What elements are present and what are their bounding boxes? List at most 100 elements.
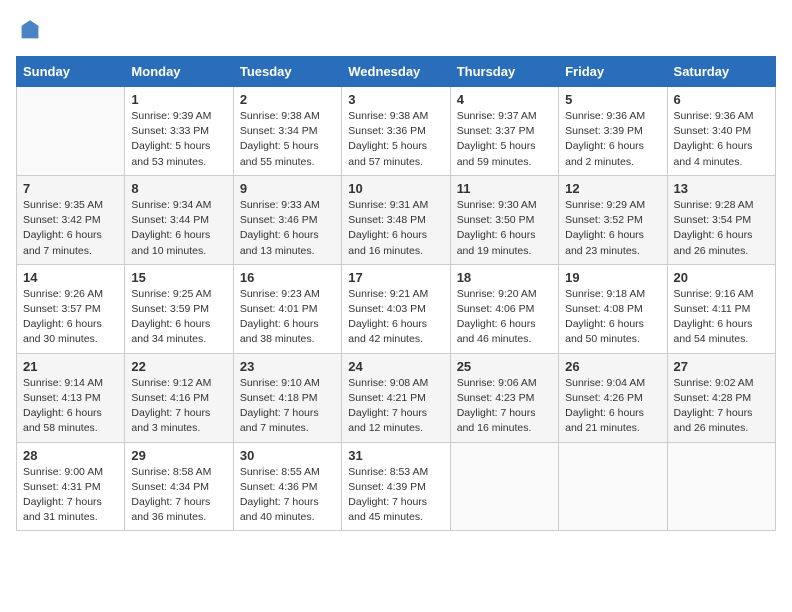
day-number: 23 bbox=[240, 359, 335, 374]
day-number: 17 bbox=[348, 270, 443, 285]
calendar-cell: 31 Sunrise: 8:53 AM Sunset: 4:39 PM Dayli… bbox=[342, 442, 450, 531]
calendar-cell bbox=[17, 87, 125, 176]
day-info: Sunrise: 9:39 AM Sunset: 3:33 PM Dayligh… bbox=[131, 109, 226, 170]
day-info: Sunrise: 9:29 AM Sunset: 3:52 PM Dayligh… bbox=[565, 198, 660, 259]
day-info: Sunrise: 9:34 AM Sunset: 3:44 PM Dayligh… bbox=[131, 198, 226, 259]
col-header-tuesday: Tuesday bbox=[233, 57, 341, 87]
day-number: 22 bbox=[131, 359, 226, 374]
day-info: Sunrise: 9:02 AM Sunset: 4:28 PM Dayligh… bbox=[674, 376, 769, 437]
calendar-cell: 6Sunrise: 9:36 AM Sunset: 3:40 PM Daylig… bbox=[667, 87, 775, 176]
calendar-cell: 27 Sunrise: 9:02 AM Sunset: 4:28 PM Dayli… bbox=[667, 353, 775, 442]
day-number: 6 bbox=[674, 92, 769, 107]
calendar-cell: 2 Sunrise: 9:38 AM Sunset: 3:34 PM Daylig… bbox=[233, 87, 341, 176]
day-info: Sunrise: 9:06 AM Sunset: 4:23 PM Dayligh… bbox=[457, 376, 552, 437]
calendar-cell: 22 Sunrise: 9:12 AM Sunset: 4:16 PM Dayli… bbox=[125, 353, 233, 442]
calendar-cell: 23 Sunrise: 9:10 AM Sunset: 4:18 PM Dayli… bbox=[233, 353, 341, 442]
calendar-cell: 28 Sunrise: 9:00 AM Sunset: 4:31 PM Dayli… bbox=[17, 442, 125, 531]
calendar-cell: 7 Sunrise: 9:35 AM Sunset: 3:42 PM Daylig… bbox=[17, 175, 125, 264]
col-header-sunday: Sunday bbox=[17, 57, 125, 87]
page-header bbox=[16, 16, 776, 44]
day-number: 1 bbox=[131, 92, 226, 107]
calendar-cell: 13Sunrise: 9:28 AM Sunset: 3:54 PM Dayli… bbox=[667, 175, 775, 264]
day-number: 30 bbox=[240, 448, 335, 463]
day-number: 11 bbox=[457, 181, 552, 196]
calendar-cell: 19 Sunrise: 9:18 AM Sunset: 4:08 PM Dayli… bbox=[559, 264, 667, 353]
day-info: Sunrise: 9:25 AM Sunset: 3:59 PM Dayligh… bbox=[131, 287, 226, 348]
calendar-week-row: 28 Sunrise: 9:00 AM Sunset: 4:31 PM Dayli… bbox=[17, 442, 776, 531]
day-info: Sunrise: 9:21 AM Sunset: 4:03 PM Dayligh… bbox=[348, 287, 443, 348]
day-number: 15 bbox=[131, 270, 226, 285]
day-info: Sunrise: 9:00 AM Sunset: 4:31 PM Dayligh… bbox=[23, 465, 118, 526]
day-number: 20 bbox=[674, 270, 769, 285]
day-number: 25 bbox=[457, 359, 552, 374]
day-info: Sunrise: 8:55 AM Sunset: 4:36 PM Dayligh… bbox=[240, 465, 335, 526]
day-info: Sunrise: 9:12 AM Sunset: 4:16 PM Dayligh… bbox=[131, 376, 226, 437]
day-info: Sunrise: 9:08 AM Sunset: 4:21 PM Dayligh… bbox=[348, 376, 443, 437]
calendar-cell bbox=[450, 442, 558, 531]
day-number: 28 bbox=[23, 448, 118, 463]
day-info: Sunrise: 9:20 AM Sunset: 4:06 PM Dayligh… bbox=[457, 287, 552, 348]
day-info: Sunrise: 8:58 AM Sunset: 4:34 PM Dayligh… bbox=[131, 465, 226, 526]
day-info: Sunrise: 9:30 AM Sunset: 3:50 PM Dayligh… bbox=[457, 198, 552, 259]
col-header-saturday: Saturday bbox=[667, 57, 775, 87]
day-number: 3 bbox=[348, 92, 443, 107]
day-info: Sunrise: 9:18 AM Sunset: 4:08 PM Dayligh… bbox=[565, 287, 660, 348]
day-info: Sunrise: 9:38 AM Sunset: 3:36 PM Dayligh… bbox=[348, 109, 443, 170]
calendar-week-row: 1 Sunrise: 9:39 AM Sunset: 3:33 PM Daylig… bbox=[17, 87, 776, 176]
header-row: SundayMondayTuesdayWednesdayThursdayFrid… bbox=[17, 57, 776, 87]
day-info: Sunrise: 9:36 AM Sunset: 3:39 PM Dayligh… bbox=[565, 109, 660, 170]
day-number: 29 bbox=[131, 448, 226, 463]
day-number: 27 bbox=[674, 359, 769, 374]
day-number: 9 bbox=[240, 181, 335, 196]
calendar-cell: 4 Sunrise: 9:37 AM Sunset: 3:37 PM Daylig… bbox=[450, 87, 558, 176]
day-number: 31 bbox=[348, 448, 443, 463]
calendar-cell: 30 Sunrise: 8:55 AM Sunset: 4:36 PM Dayli… bbox=[233, 442, 341, 531]
day-number: 2 bbox=[240, 92, 335, 107]
day-number: 21 bbox=[23, 359, 118, 374]
calendar-cell: 8 Sunrise: 9:34 AM Sunset: 3:44 PM Daylig… bbox=[125, 175, 233, 264]
day-info: Sunrise: 9:10 AM Sunset: 4:18 PM Dayligh… bbox=[240, 376, 335, 437]
col-header-thursday: Thursday bbox=[450, 57, 558, 87]
day-number: 7 bbox=[23, 181, 118, 196]
day-number: 24 bbox=[348, 359, 443, 374]
day-info: Sunrise: 9:35 AM Sunset: 3:42 PM Dayligh… bbox=[23, 198, 118, 259]
calendar-cell: 29 Sunrise: 8:58 AM Sunset: 4:34 PM Dayli… bbox=[125, 442, 233, 531]
calendar-cell: 15 Sunrise: 9:25 AM Sunset: 3:59 PM Dayli… bbox=[125, 264, 233, 353]
calendar-cell: 25 Sunrise: 9:06 AM Sunset: 4:23 PM Dayli… bbox=[450, 353, 558, 442]
day-number: 5 bbox=[565, 92, 660, 107]
day-number: 4 bbox=[457, 92, 552, 107]
day-info: Sunrise: 9:33 AM Sunset: 3:46 PM Dayligh… bbox=[240, 198, 335, 259]
calendar-cell: 1 Sunrise: 9:39 AM Sunset: 3:33 PM Daylig… bbox=[125, 87, 233, 176]
calendar-week-row: 7 Sunrise: 9:35 AM Sunset: 3:42 PM Daylig… bbox=[17, 175, 776, 264]
calendar-cell: 17 Sunrise: 9:21 AM Sunset: 4:03 PM Dayli… bbox=[342, 264, 450, 353]
col-header-friday: Friday bbox=[559, 57, 667, 87]
day-info: Sunrise: 9:31 AM Sunset: 3:48 PM Dayligh… bbox=[348, 198, 443, 259]
calendar-cell: 16Sunrise: 9:23 AM Sunset: 4:01 PM Dayli… bbox=[233, 264, 341, 353]
calendar-table: SundayMondayTuesdayWednesdayThursdayFrid… bbox=[16, 56, 776, 531]
day-number: 8 bbox=[131, 181, 226, 196]
day-info: Sunrise: 8:53 AM Sunset: 4:39 PM Dayligh… bbox=[348, 465, 443, 526]
day-info: Sunrise: 9:14 AM Sunset: 4:13 PM Dayligh… bbox=[23, 376, 118, 437]
day-info: Sunrise: 9:37 AM Sunset: 3:37 PM Dayligh… bbox=[457, 109, 552, 170]
day-info: Sunrise: 9:04 AM Sunset: 4:26 PM Dayligh… bbox=[565, 376, 660, 437]
logo bbox=[16, 16, 50, 44]
day-number: 13 bbox=[674, 181, 769, 196]
day-number: 16 bbox=[240, 270, 335, 285]
day-number: 26 bbox=[565, 359, 660, 374]
day-info: Sunrise: 9:16 AM Sunset: 4:11 PM Dayligh… bbox=[674, 287, 769, 348]
calendar-cell: 10 Sunrise: 9:31 AM Sunset: 3:48 PM Dayli… bbox=[342, 175, 450, 264]
calendar-cell: 5 Sunrise: 9:36 AM Sunset: 3:39 PM Daylig… bbox=[559, 87, 667, 176]
day-number: 14 bbox=[23, 270, 118, 285]
logo-icon bbox=[16, 16, 44, 44]
calendar-week-row: 14 Sunrise: 9:26 AM Sunset: 3:57 PM Dayli… bbox=[17, 264, 776, 353]
calendar-cell: 21 Sunrise: 9:14 AM Sunset: 4:13 PM Dayli… bbox=[17, 353, 125, 442]
day-info: Sunrise: 9:38 AM Sunset: 3:34 PM Dayligh… bbox=[240, 109, 335, 170]
day-info: Sunrise: 9:26 AM Sunset: 3:57 PM Dayligh… bbox=[23, 287, 118, 348]
calendar-cell: 9 Sunrise: 9:33 AM Sunset: 3:46 PM Daylig… bbox=[233, 175, 341, 264]
calendar-cell: 3 Sunrise: 9:38 AM Sunset: 3:36 PM Daylig… bbox=[342, 87, 450, 176]
day-number: 10 bbox=[348, 181, 443, 196]
calendar-cell: 20 Sunrise: 9:16 AM Sunset: 4:11 PM Dayli… bbox=[667, 264, 775, 353]
day-number: 19 bbox=[565, 270, 660, 285]
calendar-cell: 12 Sunrise: 9:29 AM Sunset: 3:52 PM Dayli… bbox=[559, 175, 667, 264]
day-number: 12 bbox=[565, 181, 660, 196]
